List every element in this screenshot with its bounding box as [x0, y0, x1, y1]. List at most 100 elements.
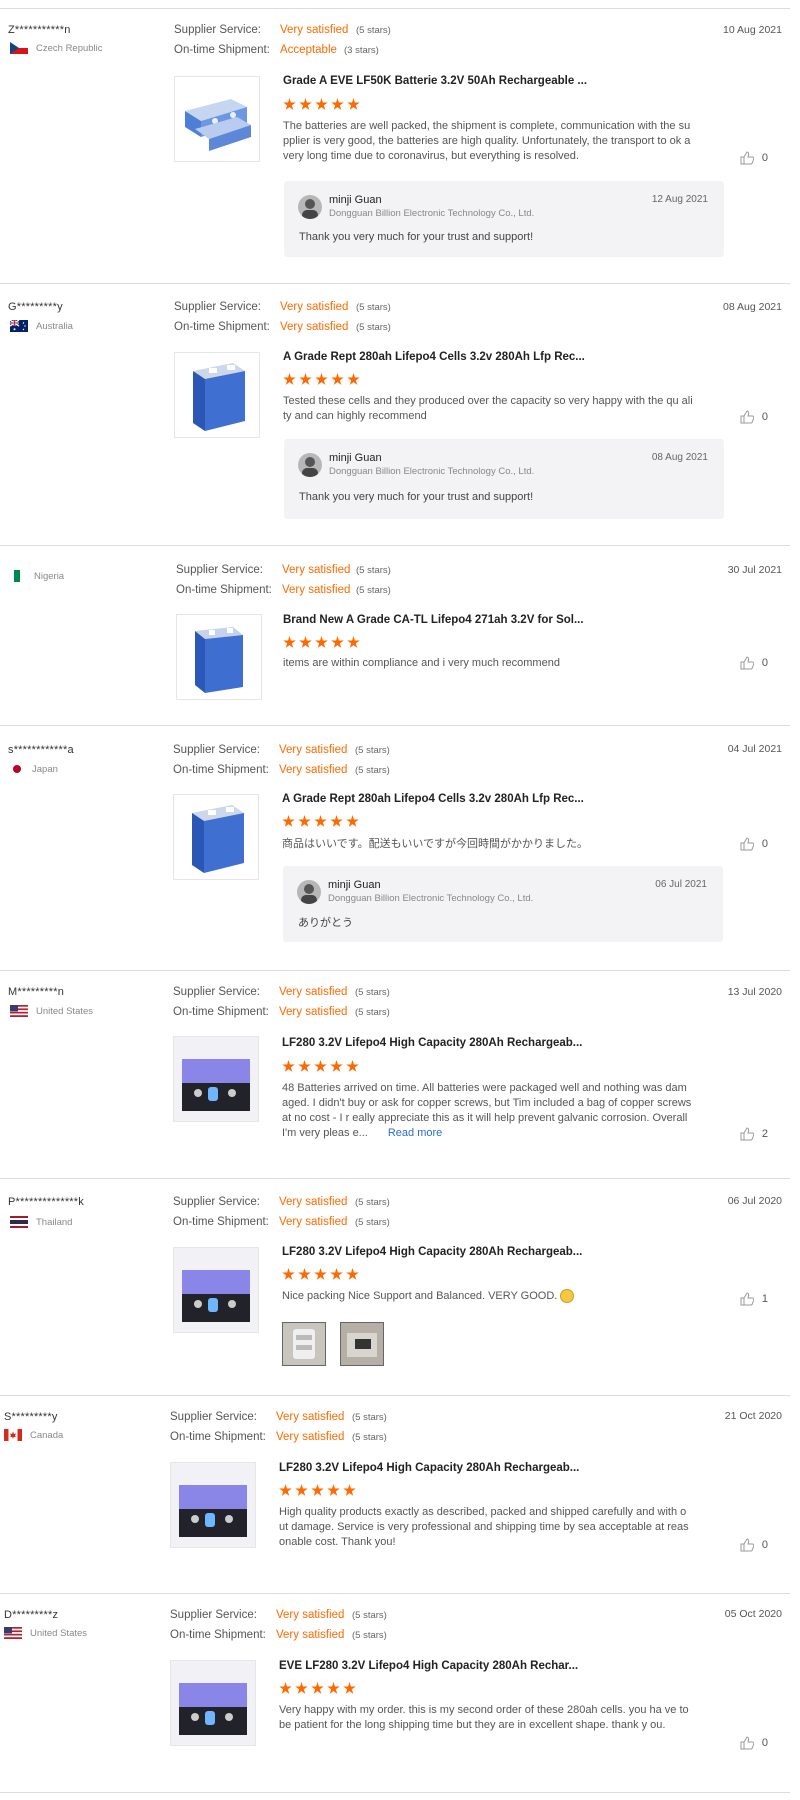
review-date: 04 Jul 2021	[727, 743, 782, 755]
shipment-stars: (3 stars)	[344, 45, 379, 56]
rating-stars	[279, 1484, 356, 1497]
review-text: Very happy with my order. this is my sec…	[279, 1704, 689, 1731]
usa-flag-icon	[4, 1627, 22, 1639]
country-label: Nigeria	[34, 570, 65, 582]
reply-message: ありがとう	[298, 917, 353, 929]
like-button[interactable]: 0	[740, 837, 768, 851]
like-button[interactable]: 0	[740, 1736, 768, 1750]
country-label: Japan	[32, 763, 58, 775]
rating-stars	[283, 373, 360, 386]
product-title-link[interactable]: LF280 3.2V Lifepo4 High Capacity 280Ah R…	[282, 1037, 582, 1049]
shipment-label: On-time Shipment:	[174, 321, 270, 333]
shipment-stars: (5 stars)	[355, 1007, 390, 1018]
product-thumbnail[interactable]	[173, 1036, 259, 1122]
review-photo[interactable]	[282, 1322, 326, 1366]
buyer-name: M*********n	[8, 986, 65, 998]
review-date: 21 Oct 2020	[724, 1410, 782, 1422]
usa-flag-icon	[10, 1005, 28, 1017]
product-title-link[interactable]: Brand New A Grade CA-TL Lifepo4 271ah 3.…	[283, 614, 584, 626]
review-text: The batteries are well packed, the shipm…	[283, 120, 691, 162]
supplier-service-value: Very satisfied	[279, 744, 348, 756]
star-icon	[298, 1268, 311, 1280]
rating-stars	[283, 98, 360, 111]
star-icon	[331, 636, 344, 648]
buyer-country: Nigeria	[10, 570, 64, 582]
reply-message: Thank you very much for your trust and s…	[299, 231, 534, 243]
review-card: Z***********n Czech Republic Supplier Se…	[0, 8, 790, 257]
star-icon	[346, 1060, 359, 1072]
product-thumbnail[interactable]	[176, 614, 262, 700]
like-button[interactable]: 1	[740, 1292, 768, 1306]
thumbs-up-icon	[740, 1736, 754, 1750]
review-photo[interactable]	[340, 1322, 384, 1366]
shipment-value: Very satisfied	[279, 764, 348, 776]
like-button[interactable]: 0	[740, 151, 768, 165]
star-icon	[347, 373, 360, 385]
product-thumbnail[interactable]	[174, 76, 260, 162]
country-label: Thailand	[36, 1216, 73, 1228]
rating-stars	[283, 636, 360, 649]
like-count: 2	[761, 1128, 768, 1140]
supplier-service-label: Supplier Service:	[174, 301, 261, 313]
star-icon	[279, 1682, 292, 1694]
star-icon	[299, 373, 312, 385]
review-text-body: Nice packing Nice Support and Balanced. …	[282, 1290, 558, 1302]
supplier-service-stars: (5 stars)	[355, 1197, 390, 1208]
review-date: 06 Jul 2020	[727, 1195, 782, 1207]
star-icon	[330, 815, 343, 827]
thumbs-up-icon	[740, 837, 754, 851]
product-thumbnail[interactable]	[170, 1462, 256, 1548]
country-label: Canada	[30, 1429, 64, 1441]
like-button[interactable]: 0	[740, 1538, 768, 1552]
shipment-stars: (5 stars)	[352, 1432, 387, 1443]
buyer-country: Czech Republic	[10, 42, 103, 54]
like-button[interactable]: 2	[740, 1127, 768, 1141]
product-title-link[interactable]: LF280 3.2V Lifepo4 High Capacity 280Ah R…	[279, 1462, 579, 1474]
like-count: 0	[761, 411, 768, 423]
review-card: S*********y Canada Supplier Service: Ver…	[0, 1395, 790, 1594]
star-icon	[346, 1268, 359, 1280]
shipment-stars: (5 stars)	[356, 322, 391, 333]
star-icon	[283, 373, 296, 385]
supplier-service-value: Very satisfied	[276, 1411, 345, 1423]
avatar	[298, 453, 322, 477]
review-card: G*********y Australia Supplier Service: …	[0, 283, 790, 546]
product-title-link[interactable]: A Grade Rept 280ah Lifepo4 Cells 3.2v 28…	[283, 351, 585, 363]
product-thumbnail[interactable]	[173, 794, 259, 880]
like-count: 0	[761, 1737, 768, 1749]
shipment-stars: (5 stars)	[355, 765, 390, 776]
product-title-link[interactable]: Grade A EVE LF50K Batterie 3.2V 50Ah Rec…	[283, 75, 587, 87]
star-icon	[283, 98, 296, 110]
product-title-link[interactable]: EVE LF280 3.2V Lifepo4 High Capacity 280…	[279, 1660, 578, 1672]
reply-date: 08 Aug 2021	[651, 452, 708, 463]
supplier-reply: minji Guan Dongguan Billion Electronic T…	[284, 439, 724, 519]
product-title-link[interactable]: LF280 3.2V Lifepo4 High Capacity 280Ah R…	[282, 1246, 582, 1258]
like-count: 0	[761, 152, 768, 164]
read-more-link[interactable]: Read more	[388, 1127, 442, 1139]
star-icon	[299, 636, 312, 648]
shipment-value: Very satisfied	[276, 1431, 345, 1443]
thumbs-up-icon	[740, 410, 754, 424]
shipment-value: Acceptable	[280, 44, 337, 56]
star-icon	[298, 815, 311, 827]
buyer-name: D*********z	[4, 1609, 59, 1621]
review-card: D*********z United States Supplier Servi…	[0, 1593, 790, 1793]
supplier-service-label: Supplier Service:	[174, 24, 261, 36]
review-text: 48 Batteries arrived on time. All batter…	[282, 1081, 692, 1141]
star-icon	[311, 1682, 324, 1694]
product-thumbnail[interactable]	[174, 352, 260, 438]
review-date: 30 Jul 2021	[727, 564, 782, 576]
like-count: 0	[761, 1539, 768, 1551]
supplier-reply: minji Guan Dongguan Billion Electronic T…	[283, 866, 723, 942]
star-icon	[327, 1682, 340, 1694]
like-button[interactable]: 0	[740, 410, 768, 424]
buyer-name: G*********y	[8, 301, 63, 313]
shipment-label: On-time Shipment:	[170, 1431, 266, 1443]
shipment-value: Very satisfied	[276, 1629, 345, 1641]
product-title-link[interactable]: A Grade Rept 280ah Lifepo4 Cells 3.2v 28…	[282, 793, 584, 805]
review-text: High quality products exactly as describ…	[279, 1506, 689, 1548]
product-thumbnail[interactable]	[170, 1660, 256, 1746]
country-label: Australia	[36, 320, 73, 332]
like-button[interactable]: 0	[740, 656, 768, 670]
product-thumbnail[interactable]	[173, 1247, 259, 1333]
